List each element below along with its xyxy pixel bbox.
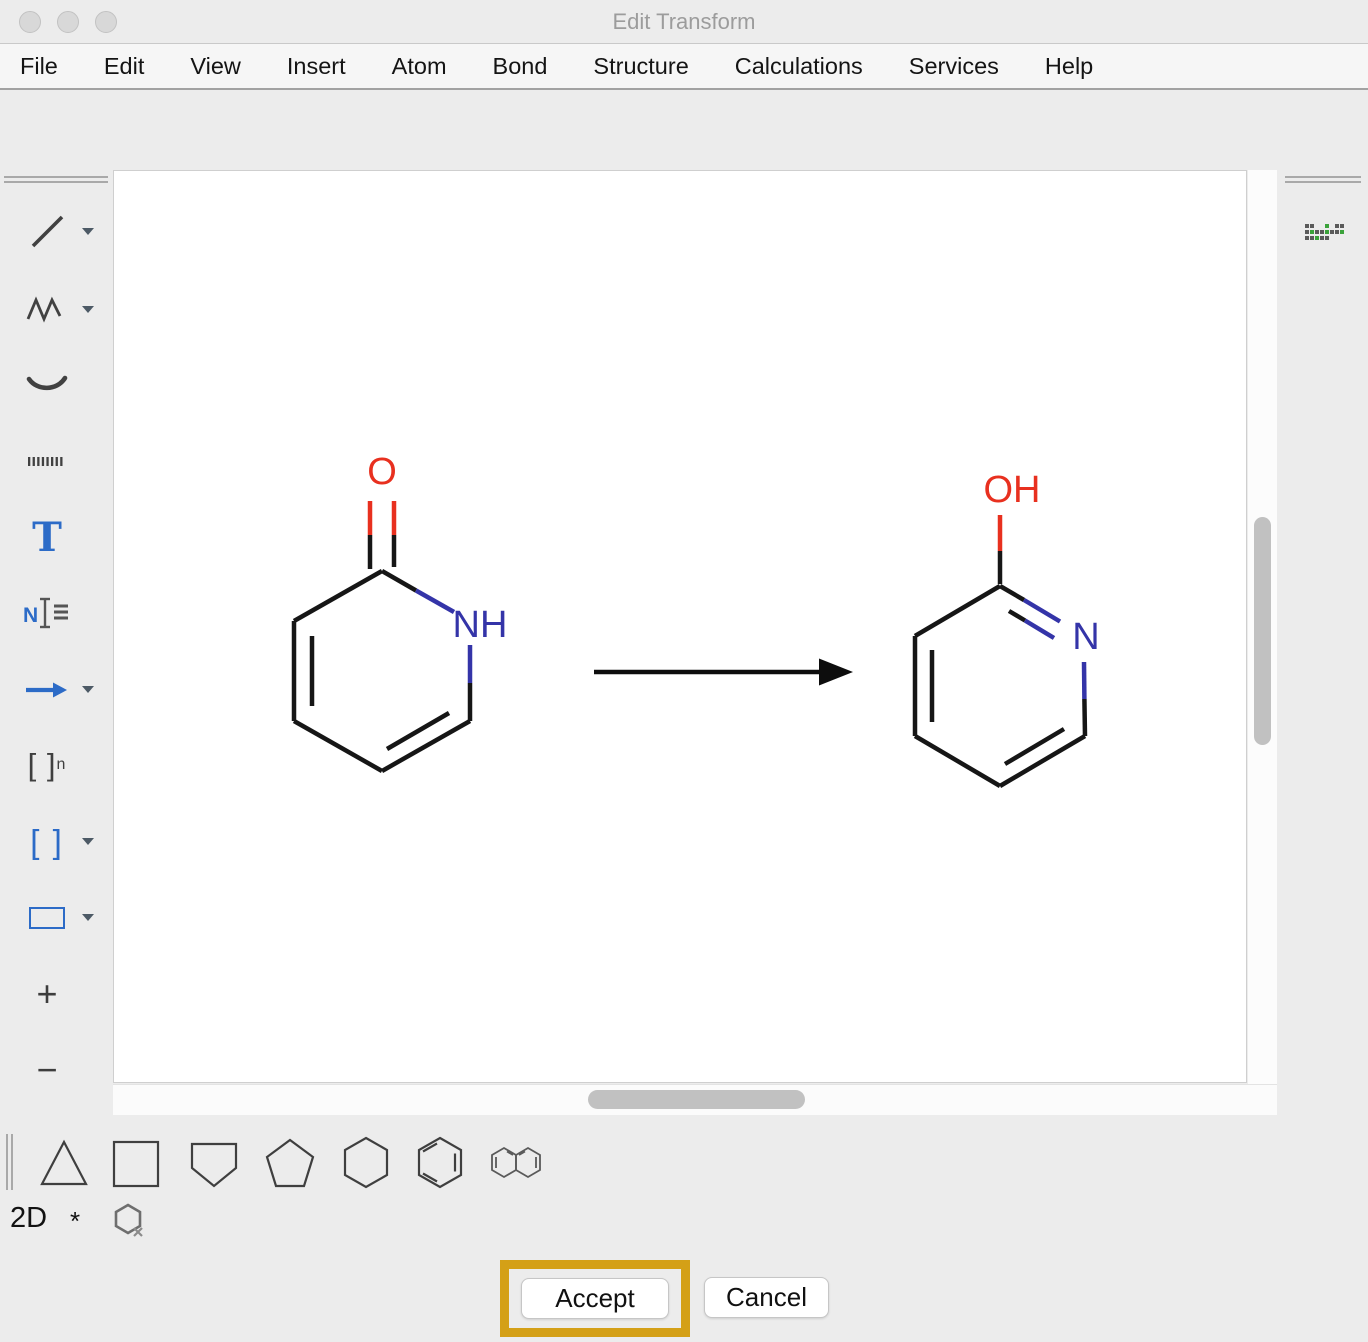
window-title: Edit Transform xyxy=(0,0,1368,44)
palette-drag-handle[interactable] xyxy=(6,1134,8,1190)
minimize-window-button[interactable] xyxy=(57,11,79,33)
periodic-table-icon[interactable] xyxy=(1303,222,1347,250)
dimension-mode-label: 2D xyxy=(10,1202,47,1235)
arc-tool[interactable] xyxy=(18,360,76,412)
menu-calculations[interactable]: Calculations xyxy=(735,53,863,80)
zoom-window-button[interactable] xyxy=(95,11,117,33)
menu-bond[interactable]: Bond xyxy=(493,53,548,80)
menu-atom[interactable]: Atom xyxy=(392,53,447,80)
template-cyclohexane-icon[interactable] xyxy=(338,1134,394,1190)
bracket-tool[interactable]: [ ] xyxy=(18,816,76,868)
template-cyclopentane-icon[interactable] xyxy=(262,1134,318,1190)
palette-drag-handle[interactable] xyxy=(11,1134,13,1190)
oxygen-atom-label[interactable]: O xyxy=(367,451,397,493)
menu-bar: File Edit View Insert Atom Bond Structur… xyxy=(0,44,1368,90)
repeat-group-bracket-tool[interactable]: [ ]n xyxy=(18,739,76,791)
svg-text:N: N xyxy=(23,604,38,627)
palette-drag-handle[interactable] xyxy=(1285,176,1361,178)
increase-charge-tool[interactable]: + xyxy=(18,968,76,1020)
palette-drag-handle[interactable] xyxy=(4,181,108,183)
menu-services[interactable]: Services xyxy=(909,53,999,80)
menu-insert[interactable]: Insert xyxy=(287,53,346,80)
single-bond-tool[interactable] xyxy=(18,206,76,258)
menu-edit[interactable]: Edit xyxy=(104,53,145,80)
any-atom-label: * xyxy=(70,1206,80,1237)
reaction-drawing: O NH xyxy=(114,171,1248,1084)
palette-drag-handle[interactable] xyxy=(4,176,108,178)
horizontal-scrollbar[interactable] xyxy=(113,1084,1277,1115)
c3-c2-bond[interactable] xyxy=(915,586,1000,636)
nitrogen-atom-label[interactable]: N xyxy=(1072,616,1099,658)
c2-n-double-bond[interactable] xyxy=(1000,586,1024,600)
menu-view[interactable]: View xyxy=(190,53,241,80)
template-naphthalene-icon[interactable] xyxy=(486,1134,550,1190)
multiple-bond-tool[interactable] xyxy=(18,435,76,487)
menu-file[interactable]: File xyxy=(20,53,58,80)
template-toolbar xyxy=(0,1130,1368,1196)
bracket-tool-dropdown[interactable] xyxy=(82,838,94,845)
hexagon-x-icon xyxy=(112,1202,148,1242)
c5-c4-bond[interactable] xyxy=(294,721,382,771)
c2-n-bond[interactable] xyxy=(382,571,416,591)
atom-label-tool[interactable]: N xyxy=(18,587,76,639)
accept-button[interactable]: Accept xyxy=(521,1278,669,1319)
arrow-tool-dropdown[interactable] xyxy=(82,686,94,693)
accept-highlight-box: Accept xyxy=(500,1260,690,1337)
cancel-button[interactable]: Cancel xyxy=(704,1277,829,1318)
drawing-canvas[interactable]: O NH xyxy=(113,170,1247,1083)
c5-c4-bond[interactable] xyxy=(915,736,1000,786)
horizontal-scrollbar-thumb[interactable] xyxy=(588,1090,805,1109)
molecule-2-pyridone[interactable]: O NH xyxy=(294,451,507,771)
template-cyclopropane-icon[interactable] xyxy=(36,1134,92,1190)
chain-tool-dropdown[interactable] xyxy=(82,306,94,313)
reaction-arrow[interactable] xyxy=(594,659,853,686)
reaction-arrow-tool[interactable] xyxy=(18,664,76,716)
element-palette: H C N O S F P Cl Br I xyxy=(1277,168,1368,1130)
title-bar: Edit Transform xyxy=(0,0,1368,44)
menu-help[interactable]: Help xyxy=(1045,53,1093,80)
palette-drag-handle[interactable] xyxy=(1285,181,1361,183)
c3-c2-bond[interactable] xyxy=(294,571,382,621)
molecule-2-hydroxypyridine[interactable]: OH N xyxy=(915,469,1100,786)
left-tool-palette: T N [ ]n [ ] + − xyxy=(0,168,112,1130)
bracket-subscript: n xyxy=(56,756,66,774)
menu-structure[interactable]: Structure xyxy=(593,53,688,80)
nh-atom-label[interactable]: NH xyxy=(453,604,508,646)
rectangle-tool[interactable] xyxy=(18,892,76,944)
close-window-button[interactable] xyxy=(19,11,41,33)
template-benzene-icon[interactable] xyxy=(412,1134,468,1190)
bond-tool-dropdown[interactable] xyxy=(82,228,94,235)
vertical-scrollbar[interactable] xyxy=(1247,170,1277,1084)
text-tool[interactable]: T xyxy=(18,511,76,563)
main-toolbar: 100% ? xyxy=(0,90,1368,168)
rectangle-tool-dropdown[interactable] xyxy=(82,914,94,921)
hydroxyl-atom-label[interactable]: OH xyxy=(984,469,1041,511)
chain-tool[interactable] xyxy=(18,284,76,336)
vertical-scrollbar-thumb[interactable] xyxy=(1254,517,1271,745)
template-cyclobutane-icon[interactable] xyxy=(108,1134,164,1190)
template-cyclopentane-envelope-icon[interactable] xyxy=(186,1134,242,1190)
decrease-charge-tool[interactable]: − xyxy=(18,1044,76,1096)
